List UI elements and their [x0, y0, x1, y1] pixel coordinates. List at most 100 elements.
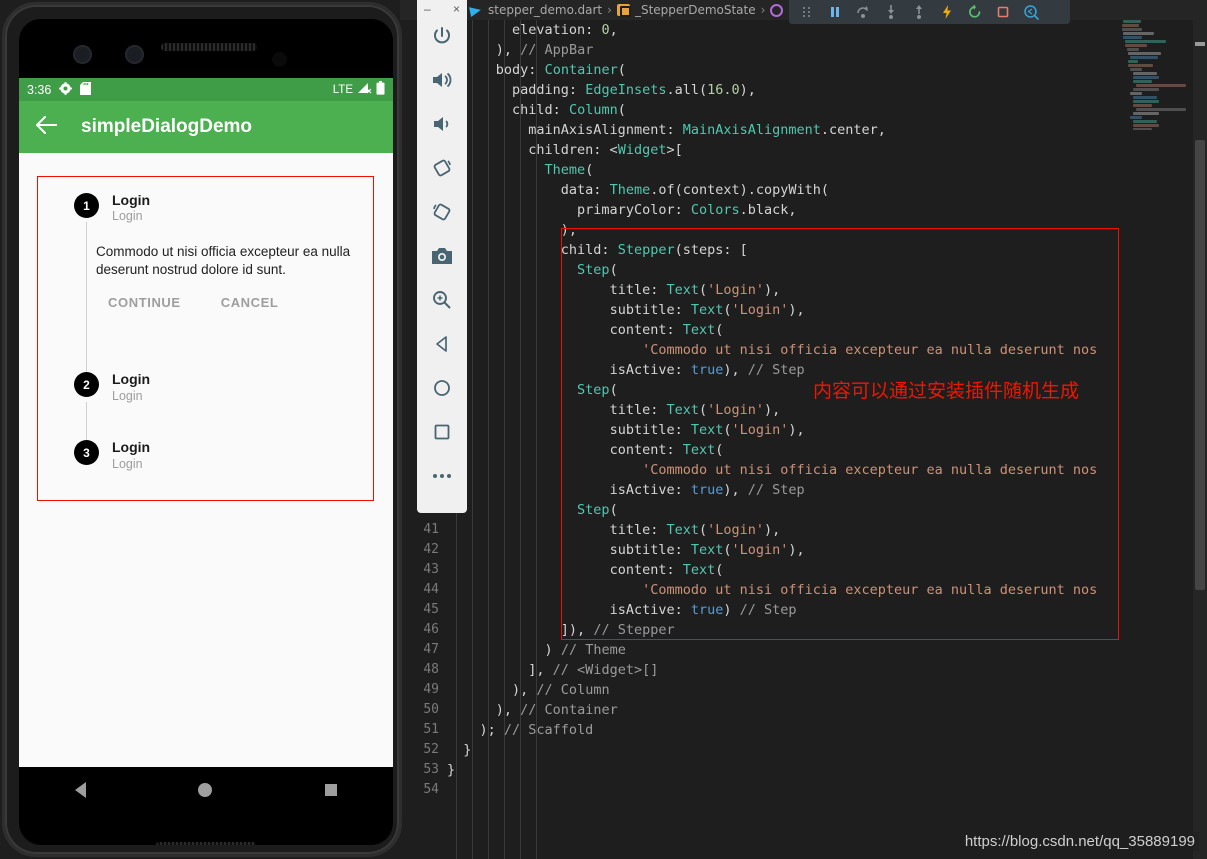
step-over-icon[interactable] — [849, 1, 877, 23]
home-icon[interactable] — [420, 366, 464, 410]
code-token: true — [690, 602, 724, 618]
scrollbar-thumb[interactable] — [1195, 140, 1205, 590]
code-line[interactable]: Step( — [447, 260, 1207, 280]
code-token: ), — [512, 682, 537, 698]
code-line[interactable]: subtitle: Text('Login'), — [447, 420, 1207, 440]
overview-icon[interactable] — [420, 410, 464, 454]
recents-square-icon[interactable] — [324, 783, 337, 796]
code-text[interactable]: elevation: 0, ), // AppBar body: Contain… — [447, 20, 1207, 859]
code-line[interactable]: subtitle: Text('Login'), — [447, 300, 1207, 320]
minimap-line — [1133, 112, 1159, 115]
code-line[interactable]: content: Text( — [447, 560, 1207, 580]
code-line[interactable]: isActive: true), // Step — [447, 480, 1207, 500]
proximity-sensor — [272, 52, 287, 67]
code-line[interactable]: title: Text('Login'), — [447, 400, 1207, 420]
code-token: ), — [495, 42, 521, 58]
code-line[interactable]: } — [447, 760, 1207, 780]
line-number: 52 — [423, 742, 439, 757]
pause-icon[interactable] — [821, 1, 849, 23]
back-triangle-icon[interactable] — [75, 781, 87, 798]
emulator-toolbar[interactable]: – × — [417, 0, 467, 513]
drag-handle-icon[interactable] — [793, 1, 821, 23]
code-line[interactable]: title: Text('Login'), — [447, 280, 1207, 300]
step-title: Login — [112, 192, 151, 208]
code-line[interactable] — [447, 780, 1207, 800]
emulator-minimize-button[interactable]: – — [424, 3, 431, 15]
code-line[interactable]: Step( — [447, 500, 1207, 520]
rotate-left-icon[interactable] — [420, 146, 464, 190]
code-line[interactable]: 'Commodo ut nisi officia excepteur ea nu… — [447, 340, 1207, 360]
stepper-widget[interactable]: 1 Login Login Commodo ut nisi officia ex… — [37, 176, 374, 501]
phone-screen[interactable]: 3:36 LTE simpleDialogDemo 1 Login Login … — [19, 19, 393, 845]
code-token: , — [609, 22, 618, 38]
step-actions[interactable]: CONTINUE CANCEL — [108, 295, 278, 310]
code-line[interactable]: child: Stepper(steps: [ — [447, 240, 1207, 260]
code-editor[interactable]: 41 42 43 44 45 46 47 48 49 50 51 52 53 54 elevation: … — [400, 20, 1207, 859]
code-token: Step — [577, 502, 610, 518]
code-line[interactable]: ), // Container — [447, 700, 1207, 720]
code-token: isActive: — [609, 362, 691, 378]
continue-button[interactable]: CONTINUE — [108, 295, 181, 310]
code-line[interactable]: ), // Column — [447, 680, 1207, 700]
step-into-icon[interactable] — [877, 1, 905, 23]
app-bar: simpleDialogDemo — [19, 101, 393, 153]
zoom-icon[interactable] — [420, 278, 464, 322]
android-emulator-phone[interactable]: 3:36 LTE simpleDialogDemo 1 Login Login … — [0, 0, 404, 859]
code-line[interactable]: Theme( — [447, 160, 1207, 180]
android-navigation-bar[interactable] — [19, 767, 393, 812]
code-line[interactable]: ), — [447, 220, 1207, 240]
debug-toolbar[interactable] — [789, 0, 1070, 24]
code-line[interactable]: 'Commodo ut nisi officia excepteur ea nu… — [447, 580, 1207, 600]
power-icon[interactable] — [420, 14, 464, 58]
code-token: content: — [609, 322, 683, 338]
code-token: Text — [690, 302, 724, 318]
code-line[interactable]: } — [447, 740, 1207, 760]
code-line[interactable]: ) // Theme — [447, 640, 1207, 660]
code-token: 0 — [601, 22, 610, 38]
code-line[interactable]: padding: EdgeInsets.all(16.0), — [447, 80, 1207, 100]
code-line[interactable]: children: <Widget>[ — [447, 140, 1207, 160]
code-line[interactable]: primaryColor: Colors.black, — [447, 200, 1207, 220]
code-line[interactable]: subtitle: Text('Login'), — [447, 540, 1207, 560]
minimap-line — [1128, 64, 1154, 67]
code-token: ]), — [560, 622, 594, 638]
emulator-close-button[interactable]: × — [453, 3, 460, 15]
rotate-right-icon[interactable] — [420, 190, 464, 234]
home-circle-icon[interactable] — [198, 782, 213, 797]
code-line[interactable]: child: Column( — [447, 100, 1207, 120]
code-minimap[interactable] — [1113, 20, 1195, 130]
step-out-icon[interactable] — [905, 1, 933, 23]
code-line[interactable]: title: Text('Login'), — [447, 520, 1207, 540]
more-icon[interactable] — [420, 454, 464, 498]
cancel-button[interactable]: CANCEL — [221, 295, 279, 310]
code-token: ), — [560, 222, 578, 238]
editor-scrollbar[interactable] — [1193, 20, 1207, 859]
code-line[interactable]: ]), // Stepper — [447, 620, 1207, 640]
hot-reload-icon[interactable] — [933, 1, 961, 23]
restart-icon[interactable] — [961, 1, 989, 23]
breadcrumb-file[interactable]: stepper_demo.dart — [488, 3, 602, 17]
code-line[interactable]: mainAxisAlignment: MainAxisAlignment.cen… — [447, 120, 1207, 140]
code-line[interactable]: isActive: true) // Step — [447, 600, 1207, 620]
code-line[interactable]: data: Theme.of(context).copyWith( — [447, 180, 1207, 200]
screenshot-camera-icon[interactable] — [420, 234, 464, 278]
breadcrumb-class[interactable]: _StepperDemoState — [635, 3, 756, 17]
volume-down-icon[interactable] — [420, 102, 464, 146]
code-line[interactable]: ], // <Widget>[] — [447, 660, 1207, 680]
code-line[interactable]: ), // AppBar — [447, 40, 1207, 60]
back-arrow-icon[interactable] — [35, 115, 59, 140]
stop-icon[interactable] — [989, 1, 1017, 23]
code-token: ); — [479, 722, 504, 738]
code-line[interactable]: ); // Scaffold — [447, 720, 1207, 740]
code-line[interactable]: body: Container( — [447, 60, 1207, 80]
minimap-line — [1136, 84, 1187, 87]
code-line[interactable]: 'Commodo ut nisi officia excepteur ea nu… — [447, 460, 1207, 480]
code-line[interactable]: content: Text( — [447, 320, 1207, 340]
volume-up-icon[interactable] — [420, 58, 464, 102]
code-line[interactable]: content: Text( — [447, 440, 1207, 460]
code-token: ) — [723, 602, 740, 618]
breadcrumb[interactable]: stepper_demo.dart › _StepperDemoState › — [470, 0, 784, 20]
inspect-widget-icon[interactable] — [1017, 1, 1045, 23]
back-icon[interactable] — [420, 322, 464, 366]
code-token: .black, — [739, 202, 797, 218]
